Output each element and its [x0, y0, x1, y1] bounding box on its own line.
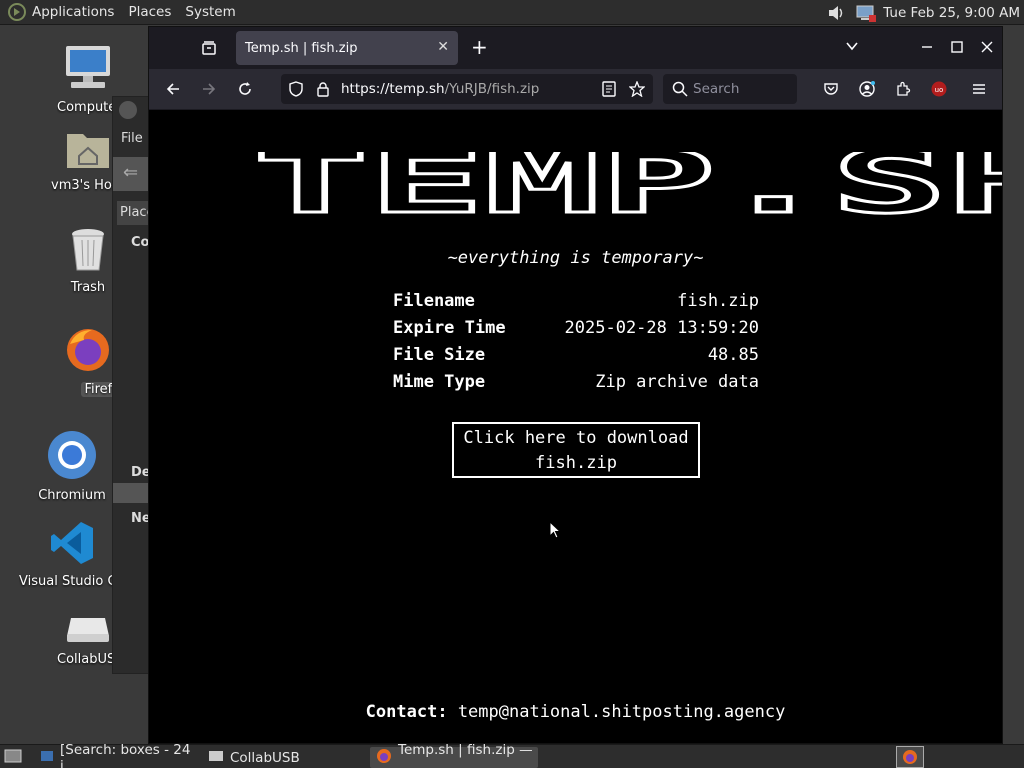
fm-menu-file[interactable]: File [121, 131, 143, 146]
reload-icon[interactable] [237, 81, 253, 100]
info-key: Expire Time [393, 318, 506, 338]
chromium-icon [17, 430, 127, 484]
taskbar-item-firefox[interactable]: Temp.sh | fish.zip — ... [370, 742, 538, 768]
desktop-icon-vscode[interactable]: Visual Studio Code [17, 520, 129, 589]
reader-view-icon[interactable] [601, 81, 617, 100]
download-label-line2: fish.zip [535, 453, 617, 473]
search-input[interactable]: Search [663, 74, 797, 104]
temp-sh-logo: TEMP.SH [253, 152, 1002, 216]
bottom-taskbar: [Search: boxes - 24 i... CollabUSB Temp.… [0, 742, 1024, 768]
menu-places[interactable]: Places [128, 4, 171, 20]
logo-text: TEMP.SH [253, 152, 1002, 216]
minimize-icon[interactable] [921, 39, 933, 56]
taskbar-item-label: Temp.sh | fish.zip — ... [398, 741, 533, 768]
forward-icon[interactable] [201, 81, 217, 100]
file-info-table: Filename fish.zip Expire Time 2025-02-28… [393, 291, 759, 399]
mouse-cursor-icon [549, 520, 562, 543]
url-host: https://temp.sh [341, 81, 445, 97]
info-row-mime: Mime Type Zip archive data [393, 372, 759, 399]
contact-line: Contact: temp@national.shitposting.agenc… [149, 702, 1002, 722]
info-value: fish.zip [677, 291, 759, 311]
firefox-icon [903, 750, 917, 764]
svg-text:uo: uo [935, 86, 944, 94]
back-button[interactable]: ⇐ [113, 157, 153, 191]
workspace-switcher[interactable] [896, 746, 924, 768]
maximize-icon[interactable] [951, 40, 963, 56]
info-row-filename: Filename fish.zip [393, 291, 759, 318]
desktop-icon-label: Chromium [38, 488, 106, 503]
firefox-window: Temp.sh | fish.zip ✕ + https://temp.sh/Y… [148, 26, 1003, 744]
window-icon [40, 750, 54, 766]
menu-system[interactable]: System [185, 4, 235, 20]
distro-logo-icon [8, 3, 26, 21]
network-icon[interactable] [855, 5, 877, 22]
window-icon [208, 750, 224, 766]
info-key: Filename [393, 291, 475, 311]
show-desktop-icon[interactable] [4, 748, 22, 768]
file-manager-window[interactable]: File ⇐ Places Co De Ne [112, 96, 161, 674]
clock[interactable]: Tue Feb 25, 9:00 AM [883, 5, 1020, 21]
tab-active[interactable]: Temp.sh | fish.zip ✕ [236, 31, 458, 65]
back-arrow-icon: ⇐ [123, 162, 139, 183]
list-tabs-chevron-down-icon[interactable] [845, 39, 859, 56]
menu-applications[interactable]: Applications [32, 4, 114, 20]
contact-label: Contact: [365, 702, 448, 722]
hamburger-menu-icon[interactable] [971, 81, 987, 100]
navigation-toolbar: https://temp.sh/YuRJB/fish.zip Search uo [149, 69, 1002, 109]
info-value: Zip archive data [595, 372, 759, 392]
url-text[interactable]: https://temp.sh/YuRJB/fish.zip [341, 81, 539, 97]
tagline: ~everything is temporary~ [447, 248, 704, 268]
bookmark-star-icon[interactable] [628, 80, 646, 100]
taskbar-item-label: [Search: boxes - 24 i... [60, 741, 191, 768]
info-value: 2025-02-28 13:59:20 [564, 318, 759, 338]
fm-selected-row[interactable] [113, 483, 153, 503]
url-path: /YuRJB/fish.zip [444, 81, 540, 97]
vscode-icon [17, 520, 127, 570]
download-button[interactable]: Click here to download fish.zip [452, 422, 700, 478]
fm-section-computer: Co [131, 235, 150, 250]
taskbar-item-search[interactable]: [Search: boxes - 24 i... [34, 742, 200, 768]
page-content: TEMP.SH ~everything is temporary~ Filena… [149, 110, 1002, 743]
info-row-expire: Expire Time 2025-02-28 13:59:20 [393, 318, 759, 345]
download-label-line1: Click here to download [463, 428, 689, 448]
info-value: 48.85 [707, 345, 759, 365]
firefox-icon [376, 748, 392, 768]
back-icon[interactable] [165, 81, 181, 100]
taskbar-item-collabusb[interactable]: CollabUSB [202, 747, 366, 768]
contact-email[interactable]: temp@national.shitposting.agency [458, 702, 786, 722]
top-panel: Applications Places System Tue Feb 25, 9… [0, 0, 1024, 25]
info-key: File Size [393, 345, 486, 365]
info-key: Mime Type [393, 372, 486, 392]
computer-icon [33, 44, 143, 96]
tab-overview-icon[interactable] [201, 40, 217, 59]
new-tab-icon[interactable]: + [471, 37, 488, 57]
search-placeholder: Search [693, 81, 740, 97]
search-icon [672, 81, 688, 100]
close-window-icon[interactable] [981, 40, 993, 56]
tracking-protection-shield-icon[interactable] [288, 81, 304, 100]
window-control-icon[interactable] [119, 101, 137, 119]
ublock-origin-icon[interactable]: uo [931, 81, 947, 100]
pocket-icon[interactable] [823, 81, 839, 100]
lock-icon[interactable] [316, 81, 330, 100]
tab-bar: Temp.sh | fish.zip ✕ + [149, 27, 1002, 69]
desktop-icon-chromium[interactable]: Chromium [17, 430, 127, 503]
extensions-puzzle-icon[interactable] [895, 81, 911, 100]
info-row-size: File Size 48.85 [393, 345, 759, 372]
tab-close-icon[interactable]: ✕ [437, 39, 449, 55]
taskbar-item-label: CollabUSB [230, 749, 300, 766]
url-bar[interactable]: https://temp.sh/YuRJB/fish.zip [281, 74, 653, 104]
volume-icon[interactable] [827, 5, 845, 21]
tab-title: Temp.sh | fish.zip [245, 40, 358, 56]
account-icon[interactable] [859, 81, 875, 100]
